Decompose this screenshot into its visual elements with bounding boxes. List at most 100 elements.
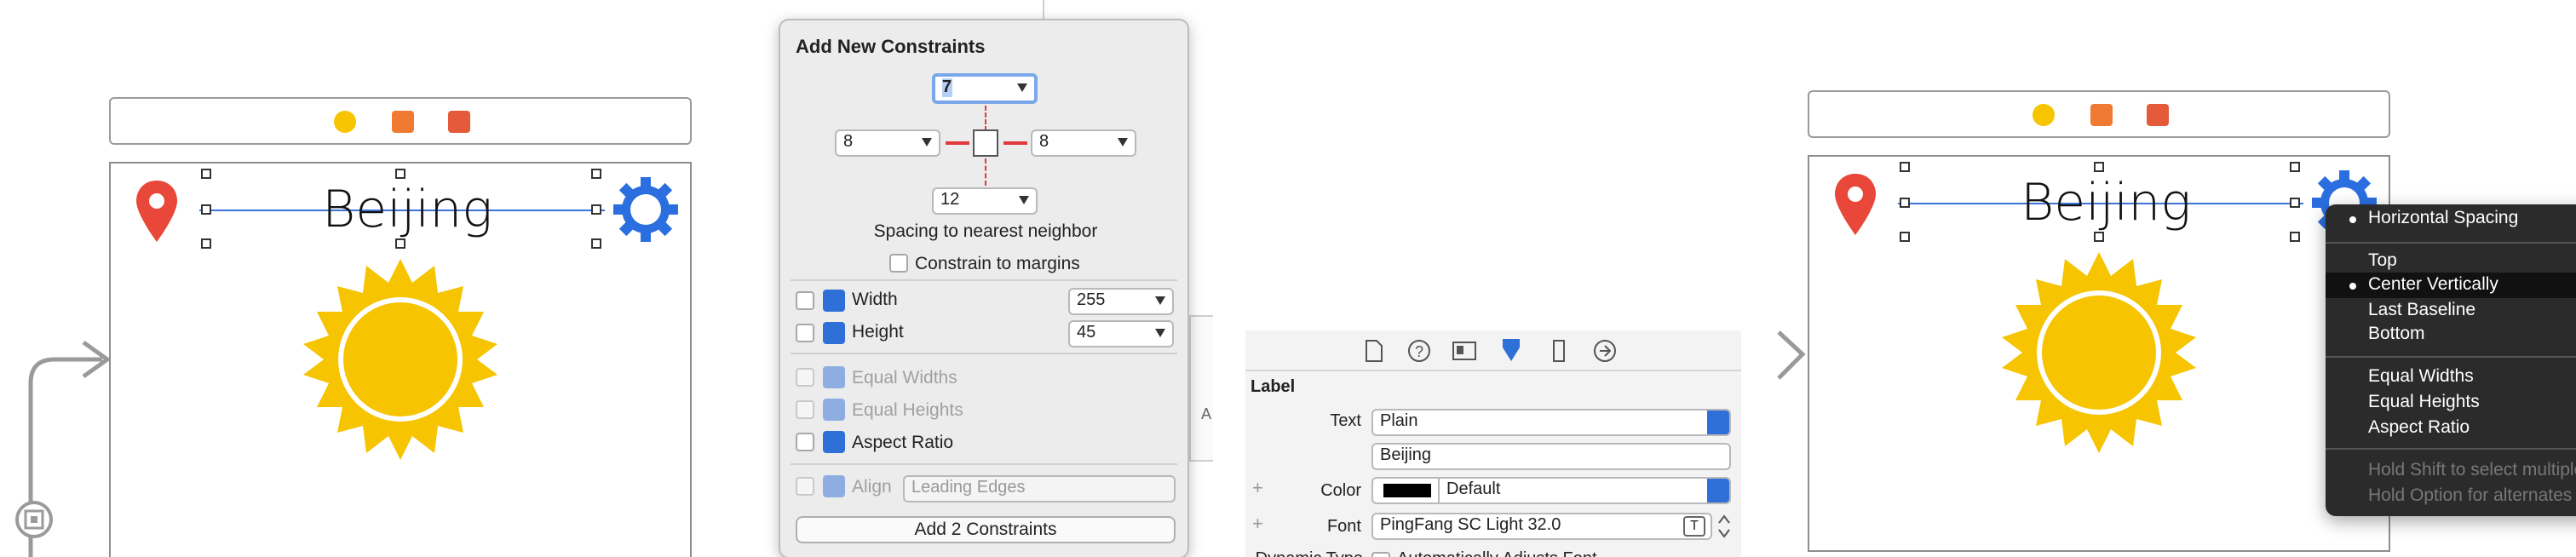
menu-item-aspect-ratio[interactable]: Aspect Ratio bbox=[2326, 416, 2576, 441]
popup-stepper-icon bbox=[1707, 479, 1729, 502]
font-picker-icon[interactable]: T bbox=[1683, 516, 1705, 537]
top-constraint-strut[interactable] bbox=[985, 106, 986, 131]
equal-heights-checkbox[interactable] bbox=[796, 400, 814, 419]
font-field[interactable]: PingFang SC Light 32.0 T bbox=[1371, 513, 1712, 540]
divider bbox=[2326, 242, 2576, 244]
settings-gear-icon[interactable] bbox=[613, 177, 678, 242]
leading-spacing-field[interactable]: 8 bbox=[835, 129, 940, 157]
location-pin-icon[interactable] bbox=[1835, 174, 1876, 235]
city-label[interactable]: Beijing bbox=[322, 181, 492, 240]
bottom-constraint-strut[interactable] bbox=[985, 158, 986, 186]
connections-inspector-icon[interactable] bbox=[1593, 339, 1617, 363]
first-responder-icon[interactable] bbox=[392, 111, 414, 133]
identity-inspector-icon[interactable] bbox=[1452, 341, 1477, 361]
resize-handle[interactable] bbox=[1900, 232, 1910, 242]
color-popup[interactable]: Default bbox=[1371, 477, 1731, 504]
font-size-stepper-icon[interactable] bbox=[1716, 513, 1733, 540]
equal-widths-checkbox[interactable] bbox=[796, 368, 814, 387]
align-checkbox[interactable] bbox=[796, 477, 814, 496]
file-inspector-icon[interactable] bbox=[1365, 339, 1383, 363]
text-type-popup[interactable]: Plain bbox=[1371, 409, 1731, 436]
resize-handle[interactable] bbox=[2290, 232, 2300, 242]
constrain-margins-label: Constrain to margins bbox=[915, 254, 1080, 274]
resize-handle[interactable] bbox=[2290, 198, 2300, 208]
width-label: Width bbox=[852, 290, 898, 310]
resize-handle[interactable] bbox=[591, 238, 601, 249]
scene-dock-bar bbox=[1808, 90, 2390, 138]
width-checkbox[interactable] bbox=[796, 291, 814, 310]
view-controller-canvas[interactable]: Beijing bbox=[109, 162, 692, 557]
resize-handle[interactable] bbox=[395, 169, 405, 179]
dynamic-type-checkbox[interactable] bbox=[1371, 552, 1390, 557]
resize-handle[interactable] bbox=[2094, 162, 2104, 172]
add-constraints-button[interactable]: Add 2 Constraints bbox=[796, 516, 1176, 543]
aspect-ratio-checkbox[interactable] bbox=[796, 433, 814, 451]
checked-bullet-icon bbox=[2349, 283, 2356, 290]
height-label: Height bbox=[852, 322, 904, 342]
resize-handle[interactable] bbox=[201, 238, 211, 249]
top-spacing-field[interactable]: 7 bbox=[932, 73, 1038, 104]
exit-icon[interactable] bbox=[448, 111, 470, 133]
quick-help-icon[interactable]: ? bbox=[1407, 339, 1431, 363]
sun-weather-icon[interactable] bbox=[300, 259, 501, 460]
align-dropdown[interactable]: Leading Edges bbox=[903, 475, 1176, 502]
menu-hint-option: Hold Option for alternates bbox=[2368, 485, 2573, 506]
text-value-field[interactable]: Beijing bbox=[1371, 443, 1731, 470]
resize-handle[interactable] bbox=[591, 169, 601, 179]
align-label: Align bbox=[852, 477, 892, 497]
trailing-spacing-field[interactable]: 8 bbox=[1031, 129, 1136, 157]
first-responder-icon[interactable] bbox=[2090, 104, 2113, 126]
equal-widths-icon bbox=[823, 366, 845, 388]
city-label[interactable]: Beijing bbox=[2021, 174, 2191, 233]
attributes-inspector-icon[interactable] bbox=[1499, 337, 1523, 365]
height-checkbox[interactable] bbox=[796, 324, 814, 342]
divider bbox=[791, 279, 1177, 281]
segue-arrow[interactable] bbox=[9, 332, 114, 557]
resize-handle[interactable] bbox=[201, 204, 211, 215]
divider bbox=[791, 463, 1177, 465]
checked-bullet-icon bbox=[2349, 216, 2356, 223]
menu-hint-shift: Hold Shift to select multiple bbox=[2368, 460, 2576, 480]
menu-item-equal-widths[interactable]: Equal Widths bbox=[2326, 365, 2576, 390]
menu-item-top[interactable]: Top bbox=[2326, 249, 2576, 274]
background-panel-text: A bbox=[1201, 405, 1212, 422]
resize-handle[interactable] bbox=[201, 169, 211, 179]
svg-text:?: ? bbox=[1415, 343, 1423, 360]
divider bbox=[2326, 356, 2576, 358]
segue-arrow[interactable] bbox=[1772, 330, 1809, 382]
resize-handle[interactable] bbox=[1900, 162, 1910, 172]
dynamic-type-value: Automatically Adjusts Font bbox=[1397, 550, 1597, 557]
view-controller-icon[interactable] bbox=[2033, 104, 2055, 126]
scene-dock-bar bbox=[109, 97, 692, 145]
resize-handle[interactable] bbox=[2290, 162, 2300, 172]
exit-icon[interactable] bbox=[2147, 104, 2169, 126]
inspector-section-title: Label bbox=[1251, 378, 1296, 397]
size-inspector-icon[interactable] bbox=[1550, 339, 1567, 363]
width-value-field[interactable]: 255 bbox=[1068, 288, 1174, 315]
menu-item-equal-heights[interactable]: Equal Heights bbox=[2326, 390, 2576, 416]
location-pin-icon[interactable] bbox=[136, 181, 177, 242]
add-constraints-popover: Add New Constraints 7 8 8 12 Spacing to … bbox=[779, 19, 1189, 557]
popup-stepper-icon bbox=[1707, 411, 1729, 434]
view-controller-canvas[interactable]: Beijing bbox=[1808, 155, 2390, 552]
leading-constraint-strut[interactable] bbox=[946, 141, 969, 145]
menu-item-center-vertically[interactable]: Center Vertically bbox=[2326, 273, 2576, 298]
constrain-margins-checkbox[interactable] bbox=[889, 254, 908, 273]
equal-widths-label: Equal Widths bbox=[852, 368, 957, 388]
height-value-field[interactable]: 45 bbox=[1068, 320, 1174, 347]
view-controller-icon[interactable] bbox=[334, 111, 356, 133]
equal-heights-label: Equal Heights bbox=[852, 400, 963, 421]
align-icon bbox=[823, 475, 845, 497]
resize-handle[interactable] bbox=[1900, 198, 1910, 208]
font-label: Font bbox=[1326, 518, 1361, 537]
menu-item-horizontal-spacing[interactable]: Horizontal Spacing bbox=[2326, 206, 2576, 232]
trailing-constraint-strut[interactable] bbox=[1003, 141, 1027, 145]
aspect-ratio-icon bbox=[823, 431, 845, 453]
resize-handle[interactable] bbox=[591, 204, 601, 215]
dynamic-type-label: Dynamic Type bbox=[1245, 550, 1363, 557]
bottom-spacing-field[interactable]: 12 bbox=[932, 187, 1038, 215]
menu-item-last-baseline[interactable]: Last Baseline bbox=[2326, 298, 2576, 324]
sun-weather-icon[interactable] bbox=[1998, 252, 2199, 453]
equal-heights-icon bbox=[823, 399, 845, 421]
menu-item-bottom[interactable]: Bottom bbox=[2326, 322, 2576, 347]
